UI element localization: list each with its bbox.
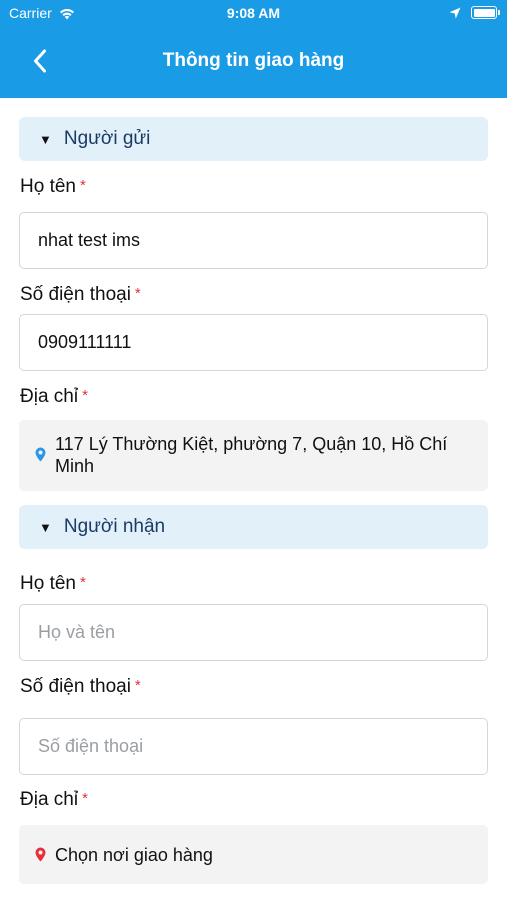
caret-down-icon: ▼ (39, 519, 52, 535)
status-bar: Carrier 9:08 AM (0, 0, 507, 28)
battery-icon (471, 6, 500, 19)
required-marker: * (82, 790, 88, 807)
receiver-section-label: Người nhận (63, 516, 166, 537)
required-marker: * (134, 285, 141, 302)
required-marker: * (79, 177, 86, 194)
status-right-group (449, 6, 500, 19)
required-marker: * (79, 574, 86, 591)
receiver-name-input[interactable] (19, 604, 488, 661)
sender-name-label: Họ tên * (20, 176, 86, 197)
sender-address-value: 117 Lý Thường Kiệt, phường 7, Quận 10, H… (55, 434, 448, 476)
receiver-phone-input[interactable] (19, 718, 488, 775)
receiver-section-toggle[interactable]: ▼ Người nhận (19, 505, 488, 549)
sender-name-input[interactable] (19, 212, 488, 269)
receiver-name-label: Họ tên * (20, 573, 86, 594)
map-pin-icon (35, 847, 46, 862)
map-pin-icon (35, 447, 46, 462)
app-header: Carrier 9:08 AM Thông tin giao hàng (0, 0, 507, 98)
sender-section-label: Người gửi (63, 128, 151, 149)
receiver-address-placeholder: Chọn nơi giao hàng (55, 844, 213, 865)
receiver-address-label: Địa chỉ * (20, 789, 88, 810)
sender-address-field[interactable]: 117 Lý Thường Kiệt, phường 7, Quận 10, H… (19, 420, 488, 491)
receiver-phone-label: Số điện thoại * (20, 676, 141, 697)
page-title: Thông tin giao hàng (162, 50, 345, 71)
receiver-address-field[interactable]: Chọn nơi giao hàng (19, 825, 488, 884)
sender-address-label: Địa chỉ * (20, 386, 88, 407)
status-time: 9:08 AM (226, 5, 281, 21)
sender-phone-input[interactable] (19, 314, 488, 371)
caret-down-icon: ▼ (39, 131, 52, 147)
sender-phone-label: Số điện thoại * (20, 284, 141, 305)
required-marker: * (134, 677, 141, 694)
required-marker: * (82, 387, 88, 404)
location-arrow-icon (449, 7, 461, 18)
sender-section-toggle[interactable]: ▼ Người gửi (19, 117, 488, 161)
